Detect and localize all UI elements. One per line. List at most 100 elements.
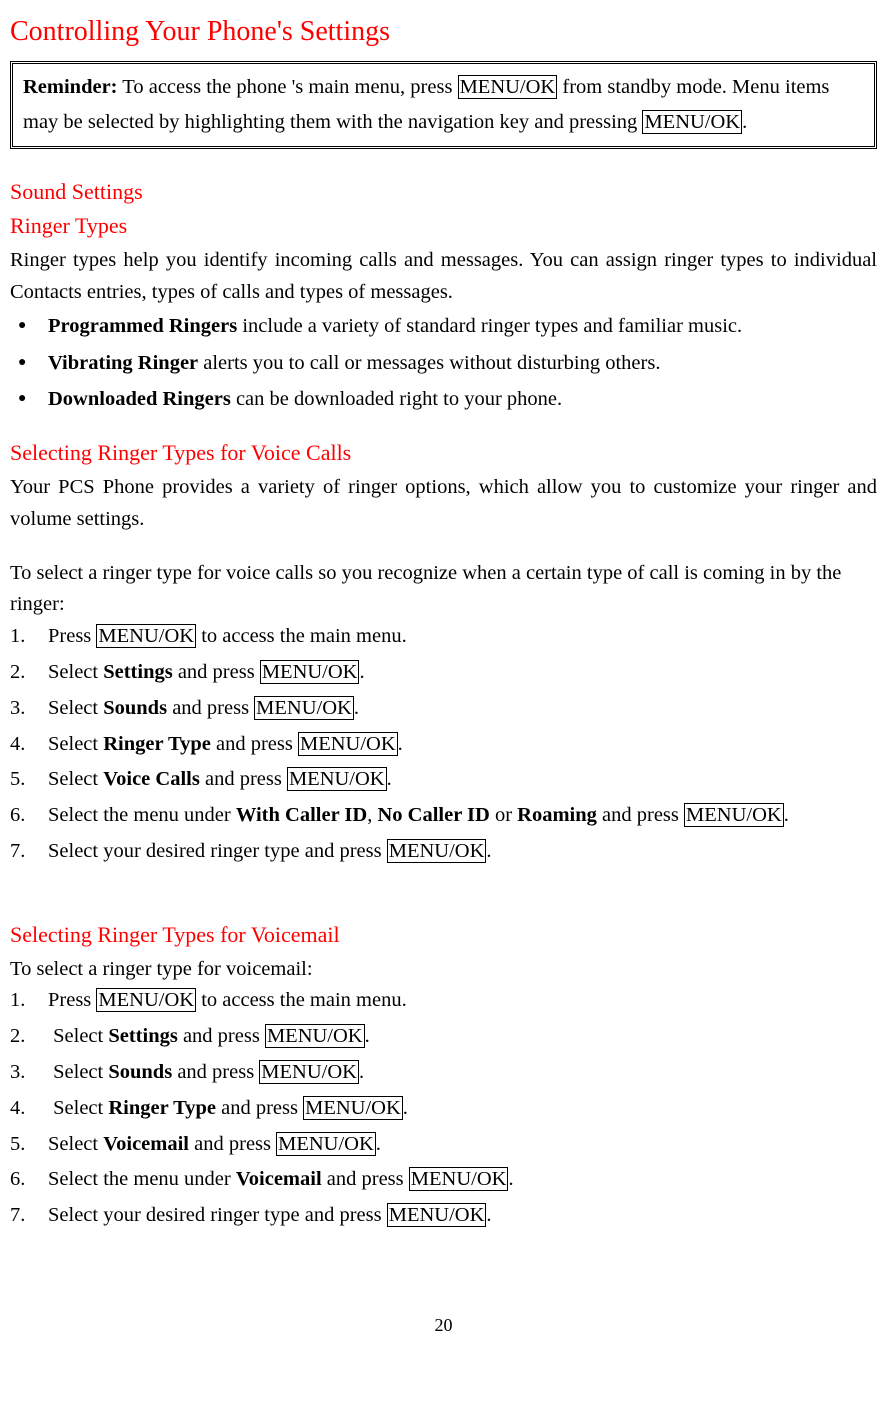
- step-text: .: [784, 804, 789, 826]
- step-bold: Ringer Type: [103, 733, 211, 755]
- step-text: Select the menu under: [48, 804, 236, 826]
- menu-ok-key: MENU/OK: [265, 1024, 365, 1048]
- step-bold: Settings: [108, 1025, 177, 1047]
- voice-steps-list: Press MENU/OK to access the main menu. S…: [10, 621, 877, 867]
- list-item: Select Sounds and press MENU/OK.: [10, 693, 877, 725]
- step-text: to access the main menu.: [196, 625, 407, 647]
- list-item: Downloaded Ringers can be downloaded rig…: [10, 384, 877, 416]
- step-text: and press: [178, 1025, 265, 1047]
- step-text: and press: [216, 1097, 303, 1119]
- step-text: Select your desired ringer type and pres…: [48, 840, 387, 862]
- ringer-intro: Ringer types help you identify incoming …: [10, 245, 877, 309]
- list-item: Select the menu under Voicemail and pres…: [10, 1164, 877, 1196]
- step-text: and press: [322, 1168, 409, 1190]
- step-bold: Ringer Type: [108, 1097, 216, 1119]
- heading-sound-settings: Sound Settings: [10, 175, 877, 209]
- step-text: .: [354, 697, 359, 719]
- voicemail-steps-list: Press MENU/OK to access the main menu. S…: [10, 985, 877, 1231]
- step-bold: Roaming: [517, 804, 597, 826]
- menu-ok-key: MENU/OK: [287, 767, 387, 791]
- step-text: .: [486, 1204, 491, 1226]
- menu-ok-key: MENU/OK: [260, 660, 360, 684]
- step-text: .: [508, 1168, 513, 1190]
- reminder-label: Reminder:: [23, 76, 118, 98]
- step-bold: Voice Calls: [103, 768, 200, 790]
- bullet-text: alerts you to call or messages without d…: [198, 352, 660, 374]
- list-item: Select Sounds and press MENU/OK.: [10, 1057, 877, 1089]
- step-bold: Settings: [103, 661, 172, 683]
- list-item: Vibrating Ringer alerts you to call or m…: [10, 348, 877, 380]
- step-text: Select: [53, 1025, 108, 1047]
- menu-ok-key: MENU/OK: [458, 75, 558, 99]
- step-text: Press: [48, 989, 96, 1011]
- step-text: .: [365, 1025, 370, 1047]
- step-bold: Voicemail: [236, 1168, 322, 1190]
- menu-ok-key: MENU/OK: [298, 732, 398, 756]
- step-text: Select: [53, 1061, 108, 1083]
- list-item: Select Ringer Type and press MENU/OK.: [10, 729, 877, 761]
- list-item: Select your desired ringer type and pres…: [10, 1200, 877, 1232]
- step-text: and press: [211, 733, 298, 755]
- step-text: to access the main menu.: [196, 989, 407, 1011]
- step-text: Select: [48, 661, 103, 683]
- menu-ok-key: MENU/OK: [276, 1132, 376, 1156]
- heading-voice-calls: Selecting Ringer Types for Voice Calls: [10, 436, 877, 470]
- list-item: Select Settings and press MENU/OK.: [10, 1021, 877, 1053]
- step-bold: With Caller ID: [236, 804, 367, 826]
- step-text: Press: [48, 625, 96, 647]
- voicemail-lead: To select a ringer type for voicemail:: [10, 954, 877, 986]
- page-title: Controlling Your Phone's Settings: [10, 10, 877, 53]
- step-text: or: [490, 804, 517, 826]
- step-bold: Sounds: [103, 697, 167, 719]
- list-item: Select Ringer Type and press MENU/OK.: [10, 1093, 877, 1125]
- menu-ok-key: MENU/OK: [642, 110, 742, 134]
- menu-ok-key: MENU/OK: [387, 1203, 487, 1227]
- reminder-box: Reminder: To access the phone 's main me…: [10, 61, 877, 149]
- step-text: ,: [367, 804, 377, 826]
- step-text: Select: [48, 768, 103, 790]
- reminder-text-3: .: [742, 111, 747, 133]
- step-text: Select your desired ringer type and pres…: [48, 1204, 387, 1226]
- step-text: .: [359, 1061, 364, 1083]
- list-item: Select Voicemail and press MENU/OK.: [10, 1129, 877, 1161]
- page-number: 20: [10, 1312, 877, 1340]
- step-text: Select: [48, 697, 103, 719]
- step-text: Select: [48, 733, 103, 755]
- menu-ok-key: MENU/OK: [96, 988, 196, 1012]
- step-text: and press: [597, 804, 684, 826]
- menu-ok-key: MENU/OK: [684, 803, 784, 827]
- list-item: Select Settings and press MENU/OK.: [10, 657, 877, 689]
- menu-ok-key: MENU/OK: [303, 1096, 403, 1120]
- step-text: and press: [189, 1133, 276, 1155]
- list-item: Select your desired ringer type and pres…: [10, 836, 877, 868]
- bullet-bold: Downloaded Ringers: [48, 388, 231, 410]
- step-text: Select: [53, 1097, 108, 1119]
- list-item: Programmed Ringers include a variety of …: [10, 311, 877, 343]
- step-text: .: [486, 840, 491, 862]
- step-text: .: [376, 1133, 381, 1155]
- menu-ok-key: MENU/OK: [409, 1167, 509, 1191]
- step-text: and press: [167, 697, 254, 719]
- voice-lead: To select a ringer type for voice calls …: [10, 558, 877, 622]
- list-item: Press MENU/OK to access the main menu.: [10, 621, 877, 653]
- ringer-bullet-list: Programmed Ringers include a variety of …: [10, 311, 877, 416]
- menu-ok-key: MENU/OK: [387, 839, 487, 863]
- heading-ringer-types: Ringer Types: [10, 209, 877, 243]
- step-text: and press: [200, 768, 287, 790]
- step-text: .: [398, 733, 403, 755]
- menu-ok-key: MENU/OK: [96, 624, 196, 648]
- step-text: and press: [172, 1061, 259, 1083]
- voice-intro: Your PCS Phone provides a variety of rin…: [10, 472, 877, 536]
- step-text: Select: [48, 1133, 103, 1155]
- list-item: Select the menu under With Caller ID, No…: [10, 800, 877, 832]
- step-text: .: [387, 768, 392, 790]
- heading-voicemail: Selecting Ringer Types for Voicemail: [10, 918, 877, 952]
- bullet-text: include a variety of standard ringer typ…: [237, 315, 742, 337]
- bullet-bold: Programmed Ringers: [48, 315, 237, 337]
- list-item: Press MENU/OK to access the main menu.: [10, 985, 877, 1017]
- step-bold: No Caller ID: [377, 804, 489, 826]
- bullet-text: can be downloaded right to your phone.: [231, 388, 562, 410]
- list-item: Select Voice Calls and press MENU/OK.: [10, 764, 877, 796]
- step-text: .: [359, 661, 364, 683]
- menu-ok-key: MENU/OK: [254, 696, 354, 720]
